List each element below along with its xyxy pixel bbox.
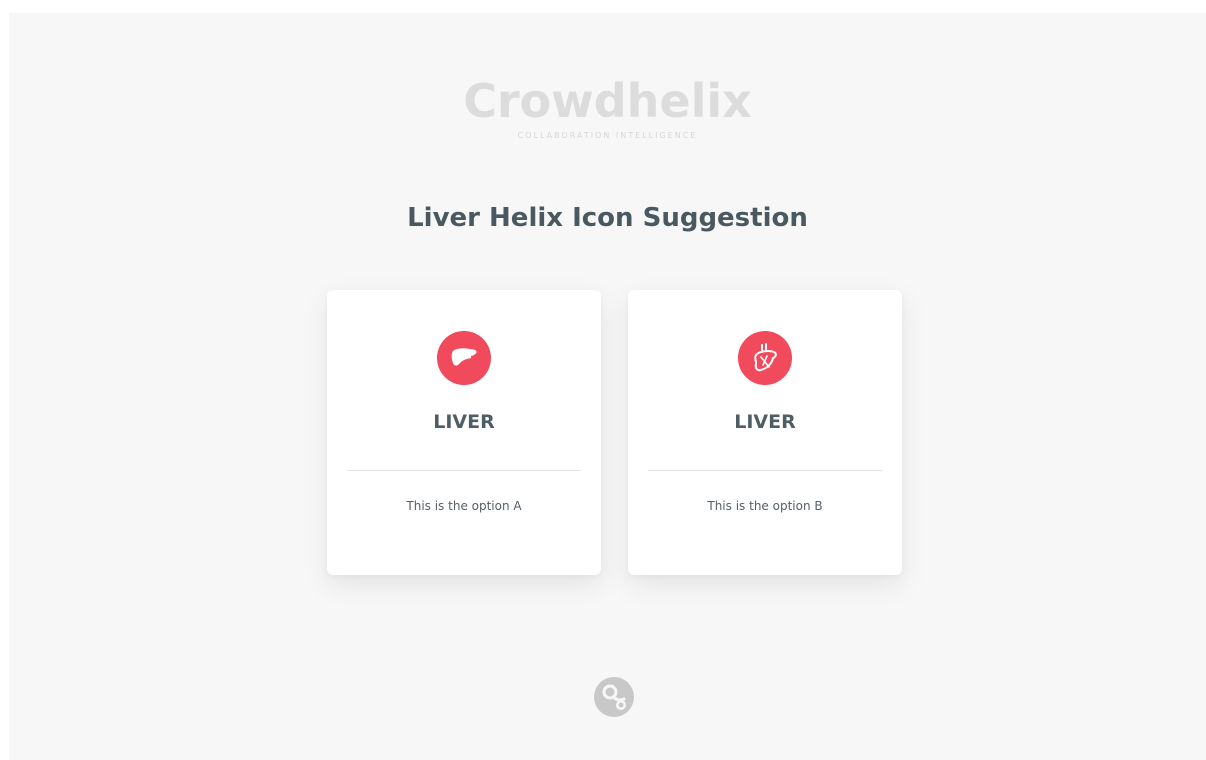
card-divider — [648, 470, 882, 471]
liver-gallbladder-icon — [738, 331, 792, 385]
option-b-card[interactable]: LIVER This is the option B — [628, 290, 902, 575]
option-a-card[interactable]: LIVER This is the option A — [327, 290, 601, 575]
helix-logo-icon — [593, 676, 635, 718]
liver-icon — [437, 331, 491, 385]
brand-logo: Crowdhelix COLLABORATION INTELLIGENCE — [9, 73, 1206, 140]
card-divider — [347, 470, 581, 471]
page: Crowdhelix COLLABORATION INTELLIGENCE Li… — [9, 13, 1206, 760]
brand-name: Crowdhelix — [463, 74, 752, 128]
card-description: This is the option B — [707, 499, 823, 513]
card-title: LIVER — [433, 411, 495, 433]
page-title: Liver Helix Icon Suggestion — [407, 203, 808, 233]
card-title: LIVER — [734, 411, 796, 433]
card-description: This is the option A — [406, 499, 522, 513]
brand-tagline: COLLABORATION INTELLIGENCE — [517, 131, 698, 140]
